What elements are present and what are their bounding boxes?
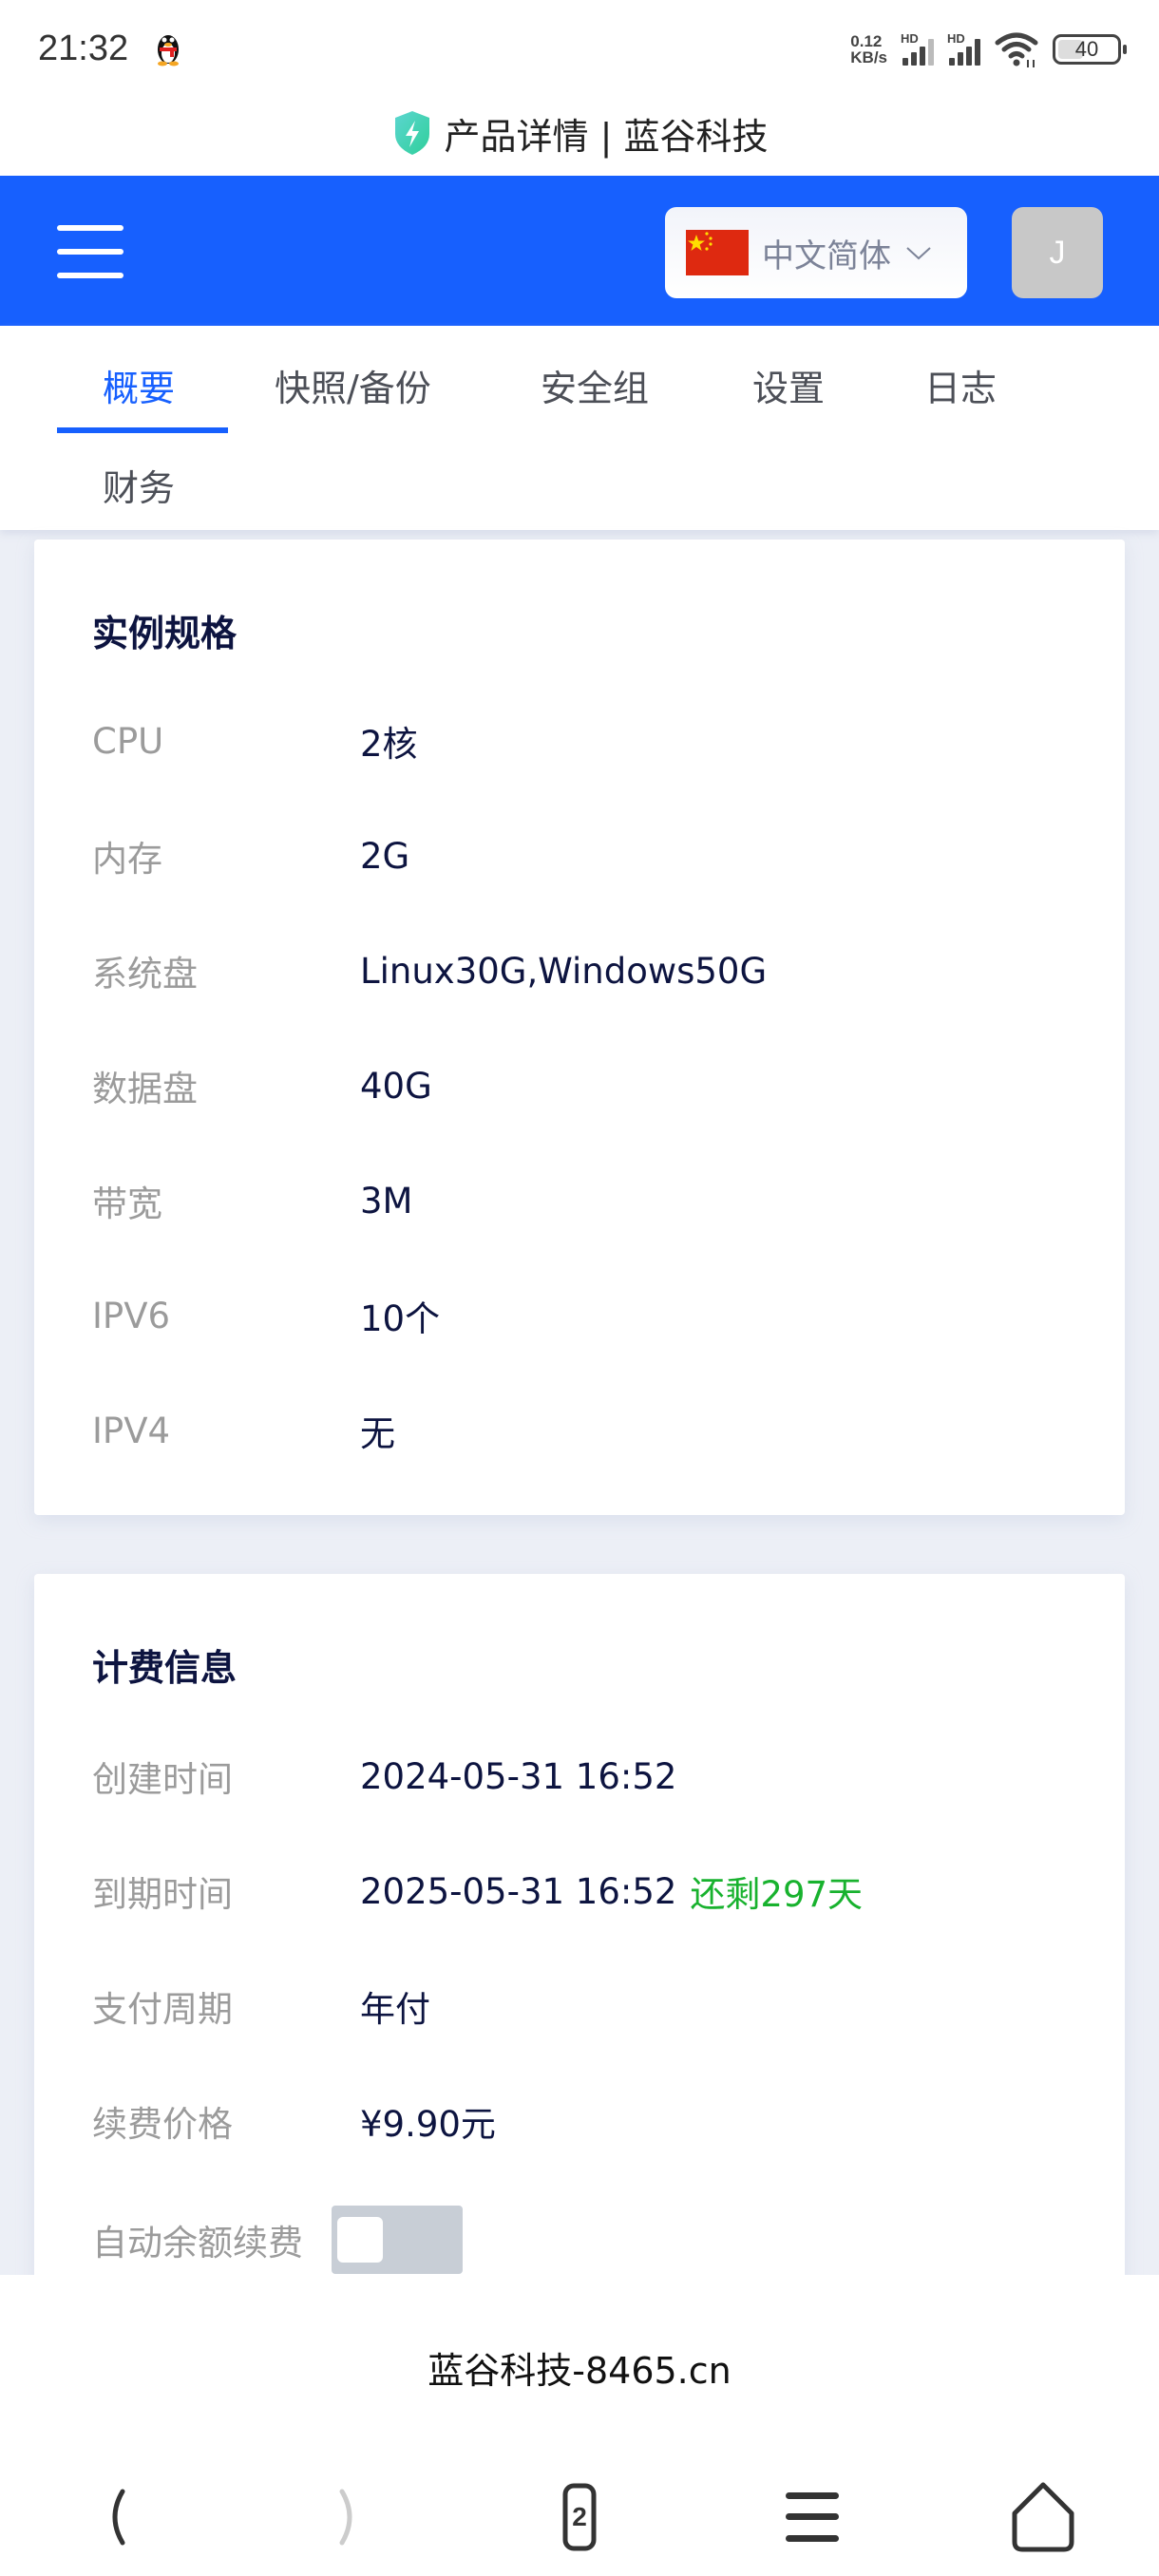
billing-label: 支付周期	[92, 1989, 233, 2030]
qq-penguin-icon	[158, 35, 179, 66]
browser-menu-button[interactable]	[774, 2479, 850, 2555]
wifi-icon	[995, 32, 1038, 67]
spec-value: 40G	[360, 1065, 432, 1107]
billing-label: 创建时间	[92, 1759, 233, 1800]
spec-label: 内存	[92, 839, 162, 880]
language-selector[interactable]: 中文简体	[665, 207, 967, 298]
billing-row-price: 续费价格 ¥9.90元	[92, 2097, 1099, 2145]
menu-line	[57, 249, 124, 255]
billing-card: 计费信息 创建时间 2024-05-31 16:52 到期时间 2025-05-…	[34, 1574, 1125, 2334]
net-speed-unit: KB/s	[850, 48, 887, 66]
billing-row-expire: 到期时间 2025-05-31 16:52 还剩297天	[92, 1867, 1099, 1916]
back-button[interactable]	[78, 2479, 154, 2555]
spec-label: 数据盘	[92, 1069, 198, 1109]
billing-label: 自动余额续费	[92, 2223, 303, 2263]
user-avatar[interactable]: J	[1012, 207, 1103, 298]
spec-row-memory: 内存 2G	[92, 832, 1099, 881]
billing-label: 续费价格	[92, 2104, 233, 2145]
shield-lightning-icon	[394, 111, 429, 155]
billing-row-created: 创建时间 2024-05-31 16:52	[92, 1752, 1099, 1801]
tab-bar: 概要 快照/备份 安全组 设置 日志 财务	[0, 326, 1159, 530]
chevron-right-icon	[339, 2489, 352, 2546]
page-title: 产品详情 | 蓝谷科技	[444, 115, 769, 158]
status-time: 21:32	[38, 28, 129, 68]
spec-value: 10个	[360, 1298, 441, 1339]
instance-spec-card: 实例规格 CPU 2核 内存 2G 系统盘 Linux30G,Windows50…	[34, 540, 1125, 1515]
auto-renew-toggle[interactable]	[332, 2206, 463, 2274]
tab-settings[interactable]: 设置	[752, 359, 825, 411]
china-flag-icon	[686, 230, 749, 275]
menu-button[interactable]	[55, 225, 127, 278]
tab-snapshot-backup[interactable]: 快照/备份	[275, 359, 431, 411]
signal-sim2-icon: HD	[947, 31, 980, 66]
billing-value: ¥9.90元	[360, 2104, 496, 2145]
browser-bottom-bar: 蓝谷科技-8465.cn 2	[0, 2275, 1159, 2576]
card-title: 计费信息	[92, 1647, 238, 1689]
chevron-down-icon	[906, 247, 931, 260]
app-header: 中文简体 J	[0, 176, 1159, 326]
spec-value: 2G	[360, 835, 410, 877]
spec-label: 带宽	[92, 1184, 162, 1224]
sim2-hd-label: HD	[947, 31, 965, 46]
spec-value: Linux30G,Windows50G	[360, 950, 768, 992]
page-domain: 蓝谷科技-8465.cn	[428, 2350, 732, 2392]
browser-title-bar: 产品详情 | 蓝谷科技	[0, 90, 1159, 176]
card-title: 实例规格	[92, 613, 238, 654]
net-speed: 0.12 KB/s	[850, 33, 887, 66]
spec-row-bandwidth: 带宽 3M	[92, 1177, 1099, 1225]
menu-lines-icon	[786, 2492, 839, 2542]
spec-value: 2核	[360, 724, 418, 765]
billing-label: 到期时间	[92, 1874, 233, 1915]
spec-row-ipv6: IPV6 10个	[92, 1292, 1099, 1340]
toggle-knob	[337, 2217, 383, 2263]
billing-row-auto-renew: 自动余额续费	[92, 2206, 1099, 2274]
tab-logs[interactable]: 日志	[924, 359, 997, 411]
status-bar: 21:32 0.12 KB/s HD HD 40	[0, 0, 1159, 90]
billing-row-cycle: 支付周期 年付	[92, 1982, 1099, 2030]
spec-label: IPV6	[92, 1295, 171, 1336]
billing-value: 2024-05-31 16:52	[360, 1755, 677, 1797]
menu-line	[57, 273, 124, 278]
tab-overview[interactable]: 概要	[103, 359, 175, 411]
tabs-button[interactable]: 2	[542, 2479, 618, 2555]
forward-button[interactable]	[311, 2479, 387, 2555]
tab-count: 2	[572, 2502, 587, 2531]
home-icon	[1012, 2482, 1074, 2552]
spec-row-ipv4: IPV4 无	[92, 1407, 1099, 1455]
remaining-days-badge: 还剩297天	[690, 1874, 864, 1915]
spec-label: IPV4	[92, 1410, 171, 1451]
spec-label: 系统盘	[92, 954, 198, 994]
spec-row-cpu: CPU 2核	[92, 717, 1099, 766]
home-button[interactable]	[1005, 2479, 1081, 2555]
sim1-hd-label: HD	[901, 31, 919, 46]
status-icons: 0.12 KB/s HD HD 40	[850, 28, 1127, 70]
spec-value: 无	[360, 1413, 395, 1454]
spec-row-system-disk: 系统盘 Linux30G,Windows50G	[92, 947, 1099, 995]
active-tab-indicator	[57, 427, 228, 433]
billing-value: 2025-05-31 16:52	[360, 1870, 677, 1912]
net-speed-value: 0.12	[850, 32, 883, 50]
tab-finance[interactable]: 财务	[103, 459, 175, 511]
chevron-left-icon	[112, 2489, 125, 2546]
spec-label: CPU	[92, 720, 164, 762]
spec-value: 3M	[360, 1180, 413, 1222]
signal-sim1-icon: HD	[901, 31, 934, 66]
battery-level: 40	[1074, 37, 1099, 61]
tab-security-group[interactable]: 安全组	[541, 359, 649, 411]
menu-line	[57, 225, 124, 231]
billing-value: 年付	[360, 1989, 430, 2030]
spec-row-data-disk: 数据盘 40G	[92, 1062, 1099, 1110]
battery-icon: 40	[1053, 34, 1127, 65]
language-label: 中文简体	[762, 237, 891, 275]
